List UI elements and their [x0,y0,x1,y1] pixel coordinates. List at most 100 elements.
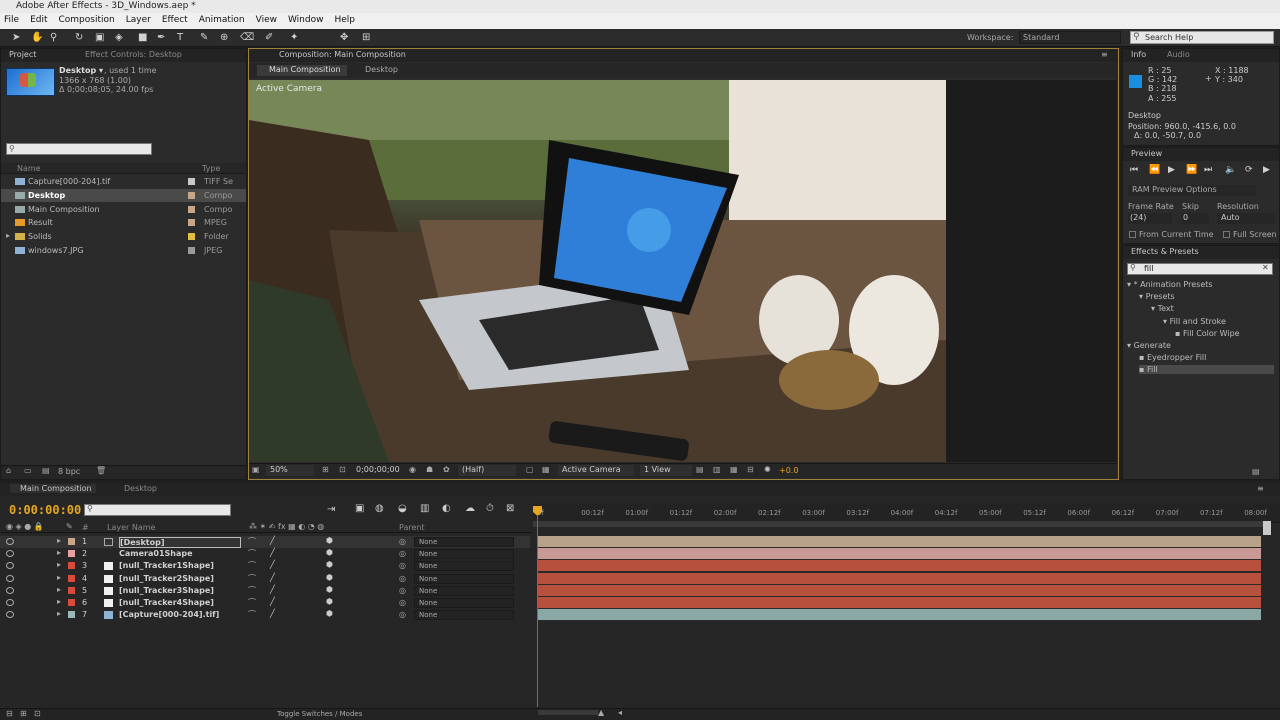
3d-layer-icon[interactable]: ⬢ [326,573,333,582]
draft-3d-icon[interactable]: ◍ [375,503,384,514]
always-preview-icon[interactable]: ▣ [252,465,260,474]
search-help-input[interactable]: Search Help [1130,31,1274,44]
bit-depth-label[interactable]: 8 bpc [58,467,80,476]
workspace-select[interactable]: Standard [1019,31,1121,44]
effects-search-input[interactable]: fill [1127,263,1273,275]
layer-name[interactable]: [null_Tracker1Shape] [119,561,214,570]
expand-arrow-icon[interactable]: ▸ [6,231,10,240]
panel-menu-icon[interactable]: ≡ [1101,50,1108,59]
zoom-slider[interactable] [538,710,598,715]
magnification-select[interactable]: 50% [266,465,314,476]
column-layer-name[interactable]: Layer Name [107,523,155,532]
pan-behind-tool-icon[interactable]: ◈ [115,32,123,43]
new-folder-icon[interactable]: ▭ [24,466,32,475]
layer-row[interactable]: ▸ 3 [null_Tracker1Shape] ⌒ ╱ ⬢ ◎ None [0,560,530,572]
menu-window[interactable]: Window [288,15,324,29]
mute-audio-icon[interactable]: 🔈 [1225,165,1237,177]
hide-shy-icon[interactable]: ◒ [398,503,407,514]
skip-select[interactable]: 0 [1181,213,1209,224]
brush-tool-icon[interactable]: ✎ [200,32,208,43]
frame-rate-select[interactable]: (24) [1128,213,1172,224]
pickwhip-icon[interactable]: ◎ [399,537,406,546]
layer-switches-icon[interactable]: ⊟ [6,709,13,718]
visibility-eye-icon[interactable] [6,550,14,558]
shy-switch-icon[interactable]: ⌒ [248,560,256,571]
reset-exposure-icon[interactable]: ✺ [764,465,771,474]
interpret-footage-icon[interactable]: ⌂ [6,466,11,475]
layer-name[interactable]: [null_Tracker3Shape] [119,586,214,595]
menu-composition[interactable]: Composition [59,15,115,29]
column-type[interactable]: Type [202,164,220,173]
motion-blur-icon[interactable]: ◐ [442,503,451,514]
quality-switch-icon[interactable]: ╱ [270,585,275,594]
pickwhip-icon[interactable]: ◎ [399,586,406,595]
layer-duration-bar[interactable] [538,572,1261,585]
label-color[interactable] [188,247,195,254]
color-channel-icon[interactable]: ✿ [443,465,450,474]
layer-label-color[interactable] [68,611,75,619]
tab-main-composition[interactable]: Main Composition [10,484,96,493]
layer-label-color[interactable] [68,586,75,594]
timeline-icon[interactable]: ▦ [730,465,738,474]
view-layout-select[interactable]: 1 View [640,465,692,476]
expand-arrow-icon[interactable]: ▸ [57,548,61,557]
eraser-tool-icon[interactable]: ⌫ [240,32,254,43]
current-time-display[interactable]: 0;00;00;00 [356,465,400,474]
flowchart-icon[interactable]: ⊟ [747,465,754,474]
camera-tool-icon[interactable]: ▣ [95,32,104,43]
effects-tree-item[interactable]: ▾ Fill and Stroke [1163,317,1226,326]
layer-name[interactable]: [null_Tracker2Shape] [119,574,214,583]
exposure-value[interactable]: +0.0 [779,466,798,475]
layer-row[interactable]: ▸ 7 [Capture[000-204].tif] ⌒ ╱ ⬢ ◎ None [0,609,530,621]
tab-preview[interactable]: Preview [1131,149,1162,158]
effect-icon[interactable]: ▪ [1139,353,1147,362]
work-area-end-handle[interactable] [1263,521,1271,535]
quality-switch-icon[interactable]: ╱ [270,536,275,545]
breadcrumb-desktop[interactable]: Desktop [365,65,398,74]
quality-switch-icon[interactable]: ╱ [270,573,275,582]
play-icon[interactable]: ▶ [1168,165,1180,177]
live-update-icon[interactable]: ▣ [355,503,364,514]
parent-select[interactable]: None [414,598,514,608]
selected-item-name[interactable]: Desktop ▾ [59,66,103,75]
tab-project[interactable]: Project [9,50,36,59]
resolution-select[interactable]: (Half) [458,465,516,476]
axis-mode-icon[interactable]: ✥ [340,32,348,43]
label-icon[interactable]: ✎ [66,522,73,531]
menu-help[interactable]: Help [334,15,355,29]
layer-name[interactable]: [Capture[000-204].tif] [119,610,219,619]
effects-tree-item[interactable]: ▾ Text [1151,304,1174,313]
layer-duration-bar[interactable] [538,597,1261,609]
current-time[interactable]: 0:00:00:00 [9,503,81,517]
label-color[interactable] [188,178,195,185]
label-color[interactable] [188,192,195,199]
auto-keyframe-icon[interactable]: ⏱ [486,503,494,514]
shy-switch-icon[interactable]: ⌒ [248,609,256,620]
layer-duration-bar[interactable] [538,584,1261,597]
mask-visibility-icon[interactable]: ⊡ [339,465,346,474]
resolution-select[interactable]: Auto [1217,213,1275,224]
new-preset-icon[interactable]: ▤ [1252,467,1260,476]
puppet-tool-icon[interactable]: ✦ [290,32,298,43]
visibility-eye-icon[interactable] [6,586,14,594]
shy-switch-icon[interactable]: ⌒ [248,536,256,547]
menu-edit[interactable]: Edit [30,15,47,29]
project-item[interactable]: Main Composition Compo [1,203,246,216]
rectangle-tool-icon[interactable]: ■ [138,32,147,43]
tab-effect-controls[interactable]: Effect Controls: Desktop [85,50,182,59]
layer-row[interactable]: ▸ 2 Camera01Shape ⌒ ╱ ⬢ ◎ None [0,548,530,560]
project-item[interactable]: Desktop Compo [1,189,246,202]
layer-row[interactable]: ▸ 6 [null_Tracker4Shape] ⌒ ╱ ⬢ ◎ None [0,597,530,609]
shy-switch-icon[interactable]: ⌒ [248,597,256,608]
pickwhip-icon[interactable]: ◎ [399,610,406,619]
project-item[interactable]: windows7.JPG JPEG [1,244,246,257]
loop-icon[interactable]: ⟳ [1245,165,1257,177]
work-area-bar[interactable] [533,521,1271,527]
3d-layer-icon[interactable]: ⬢ [326,585,333,594]
av-features-icon[interactable]: ◉ ◈ ● 🔒 [6,522,44,531]
layer-name[interactable]: [Desktop] [119,537,241,548]
transparency-grid-icon[interactable]: ▦ [542,465,550,474]
comp-mini-flowchart-icon[interactable]: ⇥ [327,504,335,515]
type-tool-icon[interactable]: T [177,32,183,43]
quality-switch-icon[interactable]: ╱ [270,560,275,569]
